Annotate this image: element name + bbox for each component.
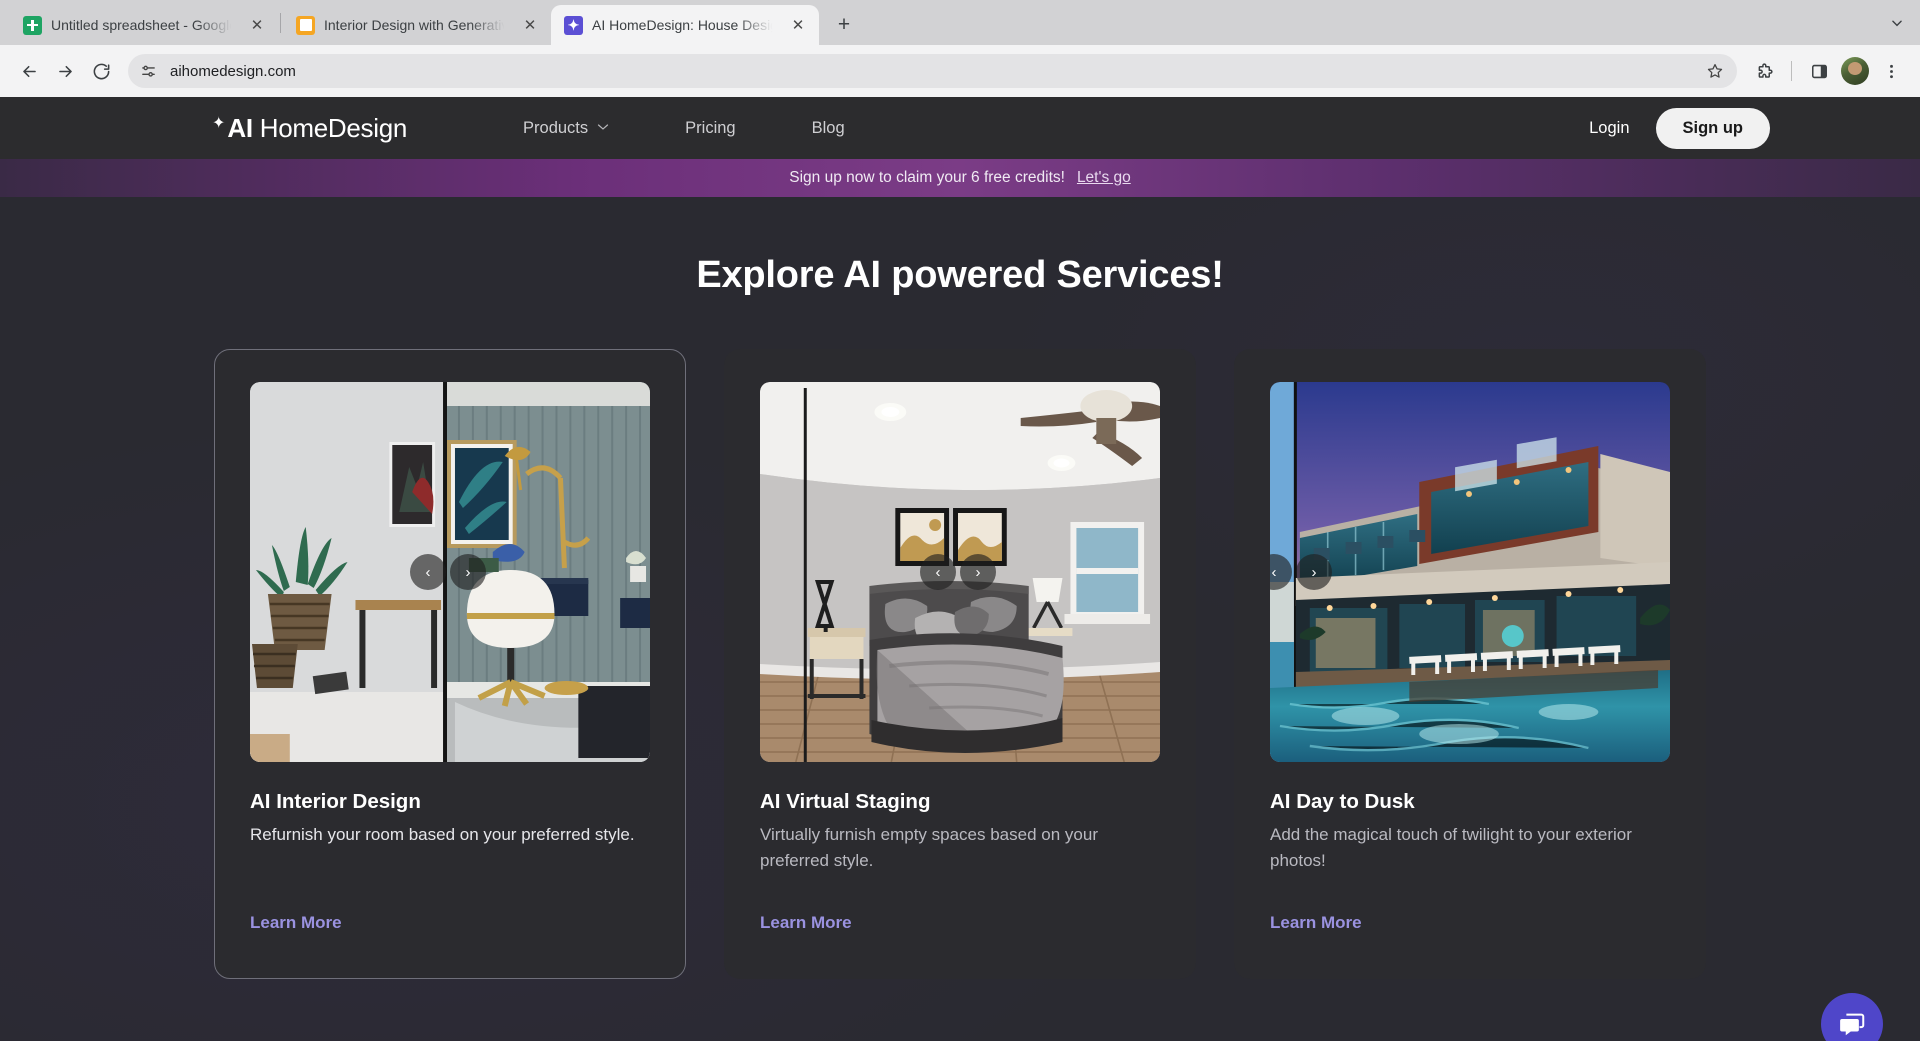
chat-widget-button[interactable] (1821, 993, 1883, 1041)
carousel-next-button[interactable]: › (450, 554, 486, 590)
logo-text: AI HomeDesign (227, 113, 407, 144)
aihomedesign-icon: ✦ (564, 16, 583, 35)
nav-label: Products (523, 119, 588, 138)
login-link[interactable]: Login (1589, 119, 1629, 138)
promo-text: Sign up now to claim your 6 free credits… (789, 169, 1065, 187)
service-card-ai-virtual-staging[interactable]: ‹ › AI Virtual Staging Virtually furnish… (724, 349, 1196, 979)
nav-label: Blog (812, 119, 845, 138)
address-bar[interactable]: aihomedesign.com (128, 54, 1737, 88)
card-title: AI Day to Dusk (1270, 790, 1670, 814)
main-nav: Products Pricing Blog (485, 119, 883, 138)
toolbar-divider (1791, 61, 1792, 81)
service-card-ai-interior-design[interactable]: ‹ › AI Interior Design Refurnish your ro… (214, 349, 686, 979)
browser-tab-1[interactable]: Untitled spreadsheet - Google Sheets ✕ (10, 5, 278, 45)
close-tab-icon[interactable]: ✕ (246, 14, 268, 36)
learn-more-link[interactable]: Learn More (1270, 913, 1670, 933)
service-card-ai-day-to-dusk[interactable]: ‹ › AI Day to Dusk Add the magical touch… (1234, 349, 1706, 979)
close-tab-icon[interactable]: ✕ (519, 14, 541, 36)
tab-title: Untitled spreadsheet - Google Sheets (51, 17, 237, 33)
nav-item-pricing[interactable]: Pricing (647, 119, 773, 138)
nav-label: Pricing (685, 119, 735, 138)
page-title: Explore AI powered Services! (0, 254, 1920, 297)
avatar (1841, 57, 1869, 85)
page-content: ✦ AI HomeDesign Products Pricing Blog (0, 97, 1920, 1041)
logo-light: HomeDesign (253, 113, 407, 143)
url-text[interactable]: aihomedesign.com (170, 63, 1701, 80)
sparkle-icon: ✦ (212, 113, 225, 133)
tab-search-chevron-down-icon[interactable] (1880, 6, 1914, 40)
profile-button[interactable] (1838, 54, 1872, 88)
header-actions: Login Sign up (1589, 108, 1920, 149)
promo-banner: Sign up now to claim your 6 free credits… (0, 159, 1920, 197)
tune-icon[interactable] (134, 57, 162, 85)
modern-house-at-dusk-with-pool-image: ‹ › (1270, 382, 1670, 762)
card-title: AI Interior Design (250, 790, 650, 814)
browser-toolbar: aihomedesign.com (0, 45, 1920, 97)
learn-more-link[interactable]: Learn More (250, 913, 650, 933)
three-dot-menu-icon[interactable] (1874, 54, 1908, 88)
tab-strip: Untitled spreadsheet - Google Sheets ✕ I… (0, 0, 1920, 45)
side-panel-button[interactable] (1802, 54, 1836, 88)
logo-bold: AI (227, 113, 252, 143)
before-after-home-office-image: ‹ › (250, 382, 650, 762)
staged-bedroom-image: ‹ › (760, 382, 1160, 762)
site-header: ✦ AI HomeDesign Products Pricing Blog (0, 97, 1920, 159)
service-cards: ‹ › AI Interior Design Refurnish your ro… (0, 349, 1920, 979)
sheets-icon (23, 16, 42, 35)
carousel-prev-button[interactable]: ‹ (410, 554, 446, 590)
forward-button[interactable] (48, 54, 82, 88)
carousel-next-button[interactable]: › (960, 554, 996, 590)
card-description: Add the magical touch of twilight to you… (1270, 822, 1665, 875)
reload-button[interactable] (84, 54, 118, 88)
promo-link[interactable]: Let's go (1077, 169, 1131, 187)
chevron-down-icon (597, 122, 609, 134)
browser-window: Untitled spreadsheet - Google Sheets ✕ I… (0, 0, 1920, 1041)
nav-item-blog[interactable]: Blog (774, 119, 883, 138)
signup-button[interactable]: Sign up (1656, 108, 1771, 149)
learn-more-link[interactable]: Learn More (760, 913, 1160, 933)
card-description: Refurnish your room based on your prefer… (250, 822, 645, 848)
star-icon[interactable] (1701, 57, 1729, 85)
card-description: Virtually furnish empty spaces based on … (760, 822, 1155, 875)
carousel-next-button[interactable]: › (1296, 554, 1332, 590)
browser-tab-2[interactable]: Interior Design with Generative AI ✕ (283, 5, 551, 45)
carousel-prev-button[interactable]: ‹ (920, 554, 956, 590)
chat-bubble-icon (1837, 1009, 1867, 1039)
extensions-button[interactable] (1747, 54, 1781, 88)
tab-title: Interior Design with Generative AI (324, 17, 510, 33)
nav-item-products[interactable]: Products (485, 119, 647, 138)
close-tab-icon[interactable]: ✕ (787, 14, 809, 36)
tab-divider (280, 13, 281, 33)
card-title: AI Virtual Staging (760, 790, 1160, 814)
site-logo[interactable]: ✦ AI HomeDesign (212, 113, 407, 144)
new-tab-button[interactable]: + (827, 8, 861, 42)
back-button[interactable] (12, 54, 46, 88)
browser-tab-3[interactable]: ✦ AI HomeDesign: House Design AI ✕ (551, 5, 819, 45)
tab-title: AI HomeDesign: House Design AI (592, 17, 778, 33)
image-icon (296, 16, 315, 35)
